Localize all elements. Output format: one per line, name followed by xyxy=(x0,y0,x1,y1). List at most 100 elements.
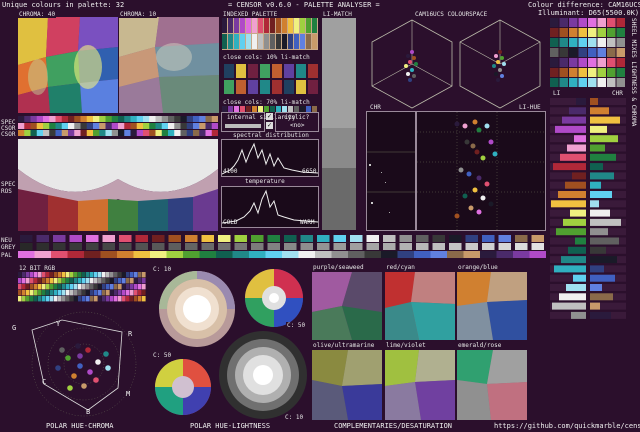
neu-label: NEU xyxy=(0,237,13,244)
grid-swatch xyxy=(578,38,587,47)
rgb12-cell xyxy=(34,272,38,278)
grey-swatch xyxy=(482,243,495,250)
colourspace-point xyxy=(496,60,500,64)
rgb12-cell xyxy=(62,296,66,302)
cyclic-value: <no> xyxy=(290,122,305,129)
rgb12-cell xyxy=(94,296,98,302)
spectrum-cell xyxy=(80,123,88,129)
grid-swatch xyxy=(607,28,616,37)
neutral-swatch xyxy=(168,235,181,242)
orange-blue-panel xyxy=(457,272,527,340)
colourspace-point xyxy=(502,62,506,66)
neutral-grey-pal-rows xyxy=(18,235,546,259)
grid-swatch xyxy=(607,68,616,77)
unique-colours-count: Unique colours in palette: 32 xyxy=(2,1,125,9)
close-pair-top xyxy=(236,64,246,78)
grey-swatch xyxy=(36,243,49,250)
indexed-swatch xyxy=(258,34,263,49)
rgb12-cell xyxy=(122,278,126,284)
polar-hue-lightness-label: POLAR HUE-LIGHTNESS xyxy=(190,422,271,430)
pal-swatch xyxy=(67,251,84,258)
grid-swatch xyxy=(597,18,606,27)
spectrum-cell xyxy=(180,116,188,122)
pal-swatch xyxy=(133,251,150,258)
li-hue-point xyxy=(476,175,482,181)
spectrum-cell xyxy=(74,116,81,122)
grey-swatch xyxy=(366,243,379,250)
spectrum-cell xyxy=(161,116,169,122)
rgb12-cell xyxy=(138,284,142,290)
pal-swatch xyxy=(529,251,546,258)
grey-swatch xyxy=(201,243,214,250)
rgb12-cell xyxy=(106,278,110,284)
lightness-bar xyxy=(569,107,586,115)
spectrum-cell xyxy=(43,130,50,136)
lightness-bar xyxy=(563,218,586,226)
rgb12-cell xyxy=(114,290,118,296)
rgb12-cell xyxy=(106,290,110,296)
chroma-40-panel xyxy=(18,17,118,113)
spectrum-cell xyxy=(43,123,50,129)
spectrum-cell xyxy=(105,130,113,136)
rgb12-cell xyxy=(142,284,146,290)
rgb12-cell xyxy=(70,272,74,278)
rgb12-cell xyxy=(142,278,146,284)
lightness-bar xyxy=(559,293,586,301)
rgb12-cell xyxy=(78,290,82,296)
neutral-swatch xyxy=(69,235,82,242)
rgb12-cell xyxy=(30,272,34,278)
grid-swatch xyxy=(597,58,606,67)
spectrum-cell xyxy=(155,116,163,122)
lightness-chroma-bars xyxy=(550,98,626,322)
spectrum-cell xyxy=(74,123,81,129)
grid-swatch xyxy=(569,48,578,57)
indexed-swatch xyxy=(312,34,317,49)
indexed-swatch xyxy=(282,18,287,33)
hue-m-marker: M xyxy=(126,390,131,398)
grid-swatch xyxy=(588,78,597,87)
colourspace-point xyxy=(410,50,414,54)
polar-hue-chroma-plot xyxy=(18,306,148,420)
spectrum-cell xyxy=(24,123,31,129)
close-pair-bottom xyxy=(260,80,270,94)
purple-seaweed-panel xyxy=(312,272,382,340)
lightness-bar xyxy=(553,163,586,171)
spectrum-cell xyxy=(99,123,106,129)
github-link[interactable]: https://github.com/quickmarble/censor xyxy=(494,422,640,430)
c50-label-b: C: 50 xyxy=(286,322,307,329)
spectrum-cell xyxy=(24,116,31,122)
rgb12-cell xyxy=(118,278,122,284)
li-hue-point xyxy=(470,143,476,149)
spectrum-cell xyxy=(149,116,156,122)
spectrum-cell xyxy=(118,130,125,136)
li-hue-point xyxy=(454,121,460,127)
wheel-c50-b xyxy=(244,268,304,328)
spectrum-cell xyxy=(111,130,119,136)
spectrum-cell xyxy=(136,123,144,129)
chroma-bar xyxy=(590,228,608,236)
li-hue-point xyxy=(484,181,490,187)
indexed-swatch xyxy=(300,34,305,49)
lightness-bar xyxy=(567,144,586,152)
spectrum-cell xyxy=(143,130,150,136)
neutral-swatch xyxy=(152,235,165,242)
rgb12-cell xyxy=(90,272,94,278)
rgb12-cell xyxy=(102,284,106,290)
temperature-cold: COLD xyxy=(223,219,238,226)
indexed-swatch xyxy=(234,18,239,33)
spectrum-cell xyxy=(43,116,50,122)
neutral-swatch xyxy=(53,235,66,242)
grid-swatch xyxy=(597,48,606,57)
indexed-swatch xyxy=(222,18,227,33)
rgb12-cell xyxy=(94,290,98,296)
pal-swatch xyxy=(100,251,117,258)
grey-swatch xyxy=(168,243,181,250)
grid-swatch xyxy=(597,38,606,47)
rgb12-cell xyxy=(26,272,30,278)
grey-swatch xyxy=(284,243,297,250)
neutral-swatch xyxy=(531,235,544,242)
grey-swatch xyxy=(267,243,280,250)
rgb12-cell xyxy=(122,290,126,296)
spectrum-cell xyxy=(161,130,169,136)
rgb12-cell xyxy=(102,290,106,296)
